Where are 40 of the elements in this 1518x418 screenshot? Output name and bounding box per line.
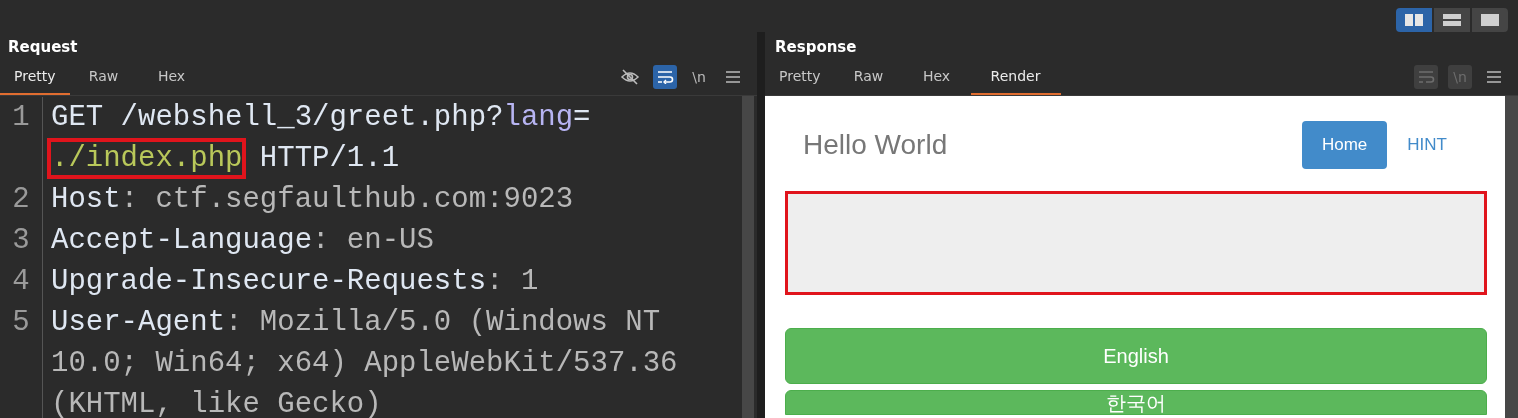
- code-text: lang: [503, 101, 574, 134]
- line-number: 2: [12, 183, 30, 216]
- code-text: : 1: [486, 265, 539, 298]
- columns-icon: [1404, 13, 1424, 27]
- scrollbar[interactable]: [1505, 96, 1518, 418]
- code-text: : en-US: [312, 224, 434, 257]
- pane-title: Request: [7, 37, 79, 58]
- site-title: Hello World: [803, 129, 948, 161]
- line-number: 5: [12, 306, 30, 339]
- wrap-icon[interactable]: [653, 65, 677, 89]
- code-text: (KHTML, like Gecko): [51, 388, 382, 418]
- code-text: 10.0; Win64; x64) AppleWebKit/537.36: [51, 347, 678, 380]
- code-text: : ctf.segfaulthub.com:9023: [120, 183, 574, 216]
- code-text: Host: [51, 183, 121, 216]
- line-number: 1: [12, 101, 30, 134]
- tab[interactable]: Pretty: [765, 65, 835, 95]
- nav-link[interactable]: HINT: [1387, 121, 1467, 169]
- code-text: Accept-Language: [51, 224, 313, 257]
- code-text: : Mozilla/5.0 (Windows NT: [225, 306, 661, 339]
- code-text: Upgrade-Insecure-Requests: [51, 265, 487, 298]
- code-text: GET /webshell_3/greet.php?: [51, 101, 504, 134]
- tab[interactable]: Raw: [69, 65, 138, 95]
- tab[interactable]: Raw: [834, 65, 903, 95]
- code-text: User-Agent: [51, 306, 226, 339]
- rows-icon: [1442, 13, 1462, 27]
- pane-title: Response: [774, 37, 858, 58]
- tab[interactable]: Hex: [137, 65, 206, 95]
- nav-link[interactable]: Home: [1301, 121, 1388, 169]
- layout-toggle-button[interactable]: [1396, 8, 1432, 32]
- scrollbar[interactable]: [742, 96, 754, 418]
- layout-toggle-button[interactable]: [1472, 8, 1508, 32]
- line-number: 4: [12, 265, 30, 298]
- code-text: =: [573, 101, 591, 134]
- tab[interactable]: Pretty: [0, 65, 70, 95]
- code-text: HTTP/1.1: [258, 142, 400, 175]
- layout-toggle-button[interactable]: [1434, 8, 1470, 32]
- line-number: 3: [12, 224, 30, 257]
- newline-toggle[interactable]: \n: [687, 65, 711, 89]
- square-icon: [1480, 13, 1500, 27]
- tab[interactable]: Hex: [902, 65, 971, 95]
